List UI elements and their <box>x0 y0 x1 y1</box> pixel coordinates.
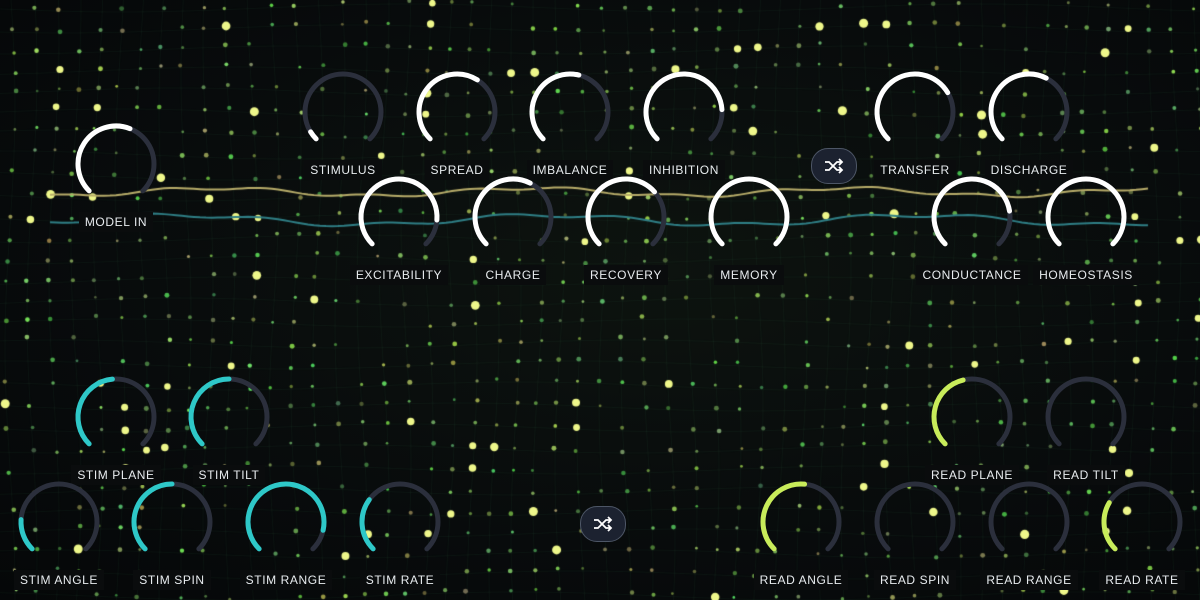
knob-track <box>874 481 956 552</box>
knob-homeostasis[interactable]: HOMEOSTASIS <box>1033 171 1139 291</box>
knob-discharge[interactable]: DISCHARGE <box>981 66 1077 186</box>
knob-dial[interactable] <box>124 476 220 564</box>
knob-dial[interactable] <box>981 66 1077 154</box>
knob-spread[interactable]: SPREAD <box>409 66 505 186</box>
knob-stim-rate[interactable]: STIM RATE <box>352 476 448 596</box>
knob-track <box>1045 376 1127 447</box>
knob-dial[interactable] <box>753 476 849 564</box>
knob-read-rate[interactable]: READ RATE <box>1094 476 1190 596</box>
knob-stim-tilt[interactable]: STIM TILT <box>181 371 277 491</box>
knob-read-angle[interactable]: READ ANGLE <box>753 476 849 596</box>
knob-dial[interactable] <box>238 476 334 564</box>
knob-label: READ RANGE <box>980 570 1078 590</box>
knob-value-arc <box>1101 500 1118 552</box>
knob-recovery[interactable]: RECOVERY <box>578 171 674 291</box>
knob-dial[interactable] <box>1038 171 1134 259</box>
knob-value-arc <box>643 71 725 142</box>
knob-dial[interactable] <box>68 118 164 206</box>
knob-label: READ SPIN <box>873 570 957 590</box>
knob-dial[interactable] <box>181 371 277 459</box>
knob-dial[interactable] <box>68 371 164 459</box>
knob-track <box>1101 481 1183 552</box>
knob-label: RECOVERY <box>584 265 668 285</box>
knob-charge[interactable]: CHARGE <box>465 171 561 291</box>
knob-track <box>988 481 1070 552</box>
knob-label: READ RATE <box>1099 570 1185 590</box>
knob-value-arc <box>18 517 35 552</box>
knob-label: CONDUCTANCE <box>916 265 1028 285</box>
knob-value-arc <box>359 497 376 552</box>
shuffle-button-bottom[interactable] <box>580 506 626 542</box>
knob-value-arc <box>131 481 175 552</box>
knob-excitability[interactable]: EXCITABILITY <box>349 171 449 291</box>
knob-imbalance[interactable]: IMBALANCE <box>522 66 618 186</box>
knob-read-plane[interactable]: READ PLANE <box>924 371 1020 491</box>
knob-value-arc <box>708 176 790 247</box>
knob-value-arc <box>931 377 966 447</box>
knob-value-arc <box>188 376 232 447</box>
knob-inhibition[interactable]: INHIBITION <box>636 66 732 186</box>
knob-label: CHARGE <box>479 265 547 285</box>
knob-label: HOMEOSTASIS <box>1033 265 1139 285</box>
knob-value-arc <box>931 176 1013 247</box>
knob-value-arc <box>529 71 582 142</box>
knob-label: EXCITABILITY <box>349 265 449 285</box>
knob-memory[interactable]: MEMORY <box>701 171 797 291</box>
knob-label: STIM RATE <box>359 570 441 590</box>
knob-track <box>359 481 441 552</box>
knob-dial[interactable] <box>11 476 107 564</box>
knob-value-arc <box>358 176 440 247</box>
knob-dial[interactable] <box>924 371 1020 459</box>
knob-dial[interactable] <box>522 66 618 154</box>
knob-value-arc <box>760 481 808 552</box>
knob-value-arc <box>75 123 133 194</box>
shuffle-icon <box>825 158 844 174</box>
knob-value-arc <box>585 176 657 247</box>
knob-dial[interactable] <box>351 171 447 259</box>
knob-dial[interactable] <box>578 171 674 259</box>
shuffle-icon <box>594 516 613 532</box>
knob-dial[interactable] <box>465 171 561 259</box>
knob-value-arc <box>416 71 480 142</box>
knob-value-arc <box>308 129 319 142</box>
knob-dial[interactable] <box>981 476 1077 564</box>
knob-stim-spin[interactable]: STIM SPIN <box>124 476 220 596</box>
knob-model-in[interactable]: MODEL IN <box>68 118 164 238</box>
knob-dial[interactable] <box>701 171 797 259</box>
knob-value-arc <box>874 71 951 142</box>
knob-track <box>18 481 100 552</box>
knob-stimulus[interactable]: STIMULUS <box>295 66 391 186</box>
knob-dial[interactable] <box>867 476 963 564</box>
knob-dial[interactable] <box>924 171 1020 259</box>
knob-read-spin[interactable]: READ SPIN <box>867 476 963 596</box>
knob-value-arc <box>245 481 327 552</box>
knob-value-arc <box>988 71 1049 142</box>
knob-dial[interactable] <box>352 476 448 564</box>
knob-label: STIM SPIN <box>133 570 211 590</box>
knob-track <box>302 71 384 142</box>
knob-dial[interactable] <box>1094 476 1190 564</box>
knob-dial[interactable] <box>867 66 963 154</box>
knob-label: MODEL IN <box>78 212 154 232</box>
knob-value-arc <box>472 176 533 247</box>
knob-label: MEMORY <box>714 265 784 285</box>
knob-label: STIM ANGLE <box>13 570 105 590</box>
knob-dial[interactable] <box>295 66 391 154</box>
knob-dial[interactable] <box>1038 371 1134 459</box>
knob-stim-plane[interactable]: STIM PLANE <box>68 371 164 491</box>
knob-value-arc <box>1045 176 1127 247</box>
knob-read-tilt[interactable]: READ TILT <box>1038 371 1134 491</box>
knob-stim-angle[interactable]: STIM ANGLE <box>11 476 107 596</box>
knob-dial[interactable] <box>409 66 505 154</box>
knob-stim-range[interactable]: STIM RANGE <box>238 476 334 596</box>
shuffle-button-top[interactable] <box>811 148 857 184</box>
knob-read-range[interactable]: READ RANGE <box>980 476 1078 596</box>
knob-conductance[interactable]: CONDUCTANCE <box>916 171 1028 291</box>
knob-label: STIM RANGE <box>239 570 333 590</box>
knob-dial[interactable] <box>636 66 732 154</box>
knob-label: READ ANGLE <box>753 570 849 590</box>
knob-transfer[interactable]: TRANSFER <box>867 66 963 186</box>
knob-value-arc <box>75 376 115 447</box>
